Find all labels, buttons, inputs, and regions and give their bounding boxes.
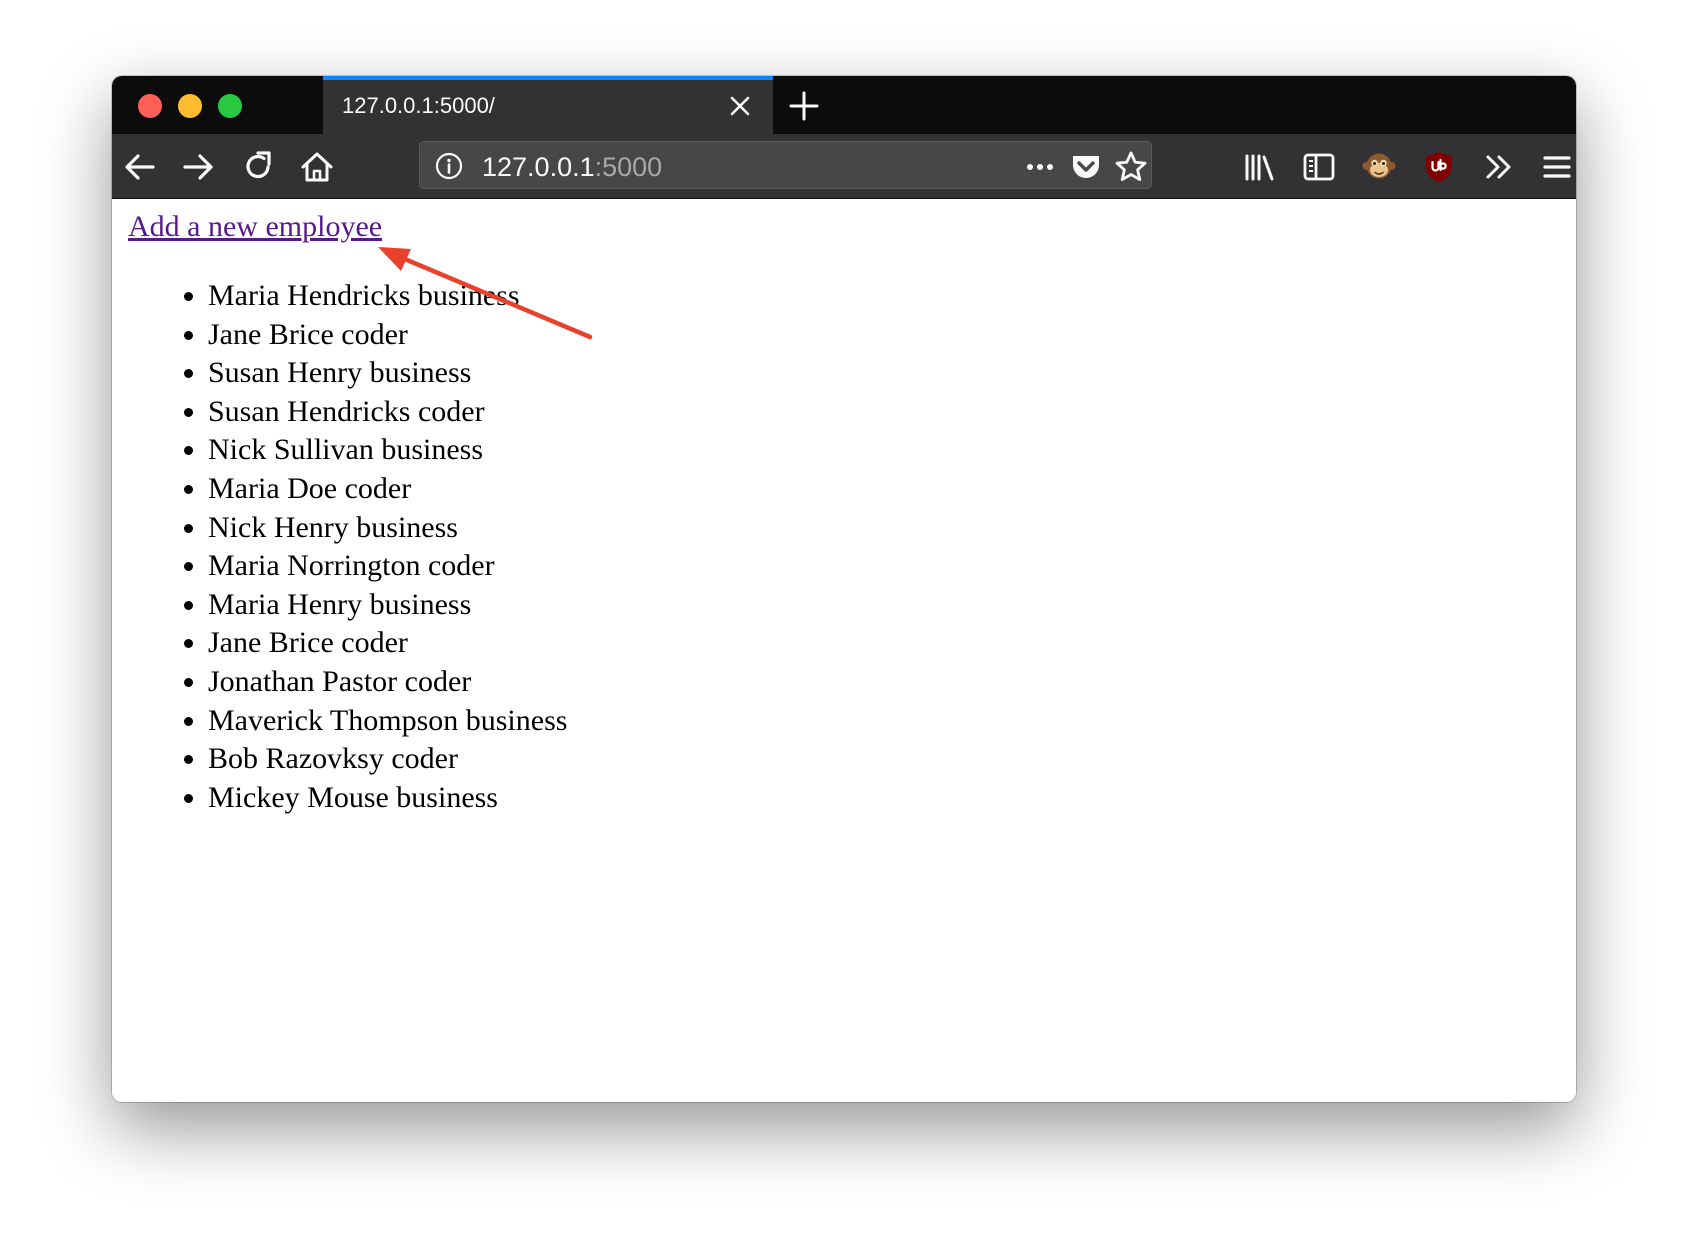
overflow-chevron-icon[interactable]	[1481, 149, 1517, 185]
tampermonkey-icon[interactable]	[1361, 149, 1397, 185]
bookmark-star-icon[interactable]	[1114, 150, 1148, 184]
page-content: Add a new employee Maria Hendricks busin…	[112, 199, 1576, 1102]
tab-title: 127.0.0.1:5000/	[342, 93, 495, 118]
new-tab-icon[interactable]	[788, 90, 820, 122]
page-actions-icon[interactable]	[1023, 150, 1057, 184]
list-item: Susan Henry business	[208, 354, 567, 393]
zoom-window-button[interactable]	[218, 94, 242, 118]
list-item: Mickey Mouse business	[208, 779, 567, 818]
tab-active[interactable]: 127.0.0.1:5000/	[323, 76, 773, 134]
list-item: Maria Doe coder	[208, 470, 567, 509]
list-item: Susan Hendricks coder	[208, 393, 567, 432]
sidebar-icon[interactable]	[1301, 149, 1337, 185]
tab-strip: 127.0.0.1:5000/	[112, 76, 1576, 134]
ublock-icon[interactable]	[1421, 149, 1457, 185]
list-item: Maria Hendricks business	[208, 277, 567, 316]
navigation-toolbar: 127.0.0.1:5000	[112, 134, 1576, 199]
list-item: Maria Henry business	[208, 586, 567, 625]
pocket-icon[interactable]	[1069, 150, 1103, 184]
list-item: Jane Brice coder	[208, 316, 567, 355]
list-item: Jonathan Pastor coder	[208, 663, 567, 702]
site-info-icon[interactable]	[434, 151, 464, 181]
menu-icon[interactable]	[1539, 149, 1575, 185]
url-host: 127.0.0.1	[482, 152, 595, 182]
minimize-window-button[interactable]	[178, 94, 202, 118]
list-item: Nick Sullivan business	[208, 431, 567, 470]
list-item: Maverick Thompson business	[208, 702, 567, 741]
home-icon[interactable]	[299, 149, 335, 185]
back-arrow-icon[interactable]	[122, 149, 158, 185]
add-employee-link[interactable]: Add a new employee	[128, 210, 382, 244]
reload-icon[interactable]	[240, 149, 276, 185]
library-icon[interactable]	[1241, 149, 1277, 185]
list-item: Jane Brice coder	[208, 624, 567, 663]
close-window-button[interactable]	[138, 94, 162, 118]
list-item: Bob Razovksy coder	[208, 740, 567, 779]
url-bar[interactable]: 127.0.0.1:5000	[419, 141, 1152, 189]
url-text[interactable]: 127.0.0.1:5000	[482, 152, 662, 183]
browser-window: 127.0.0.1:5000/ 127.0.0.1:5000 Add a new…	[112, 76, 1576, 1102]
employee-list: Maria Hendricks businessJane Brice coder…	[112, 277, 567, 817]
tab-active-indicator	[323, 76, 773, 80]
list-item: Nick Henry business	[208, 509, 567, 548]
close-tab-icon[interactable]	[727, 93, 753, 119]
url-port: :5000	[594, 152, 663, 182]
list-item: Maria Norrington coder	[208, 547, 567, 586]
forward-arrow-icon[interactable]	[180, 149, 216, 185]
